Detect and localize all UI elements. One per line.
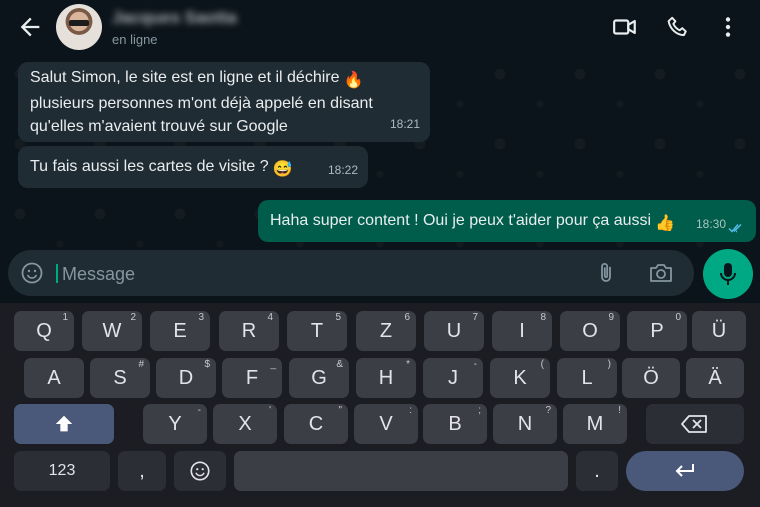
attachment-icon[interactable] (594, 261, 618, 285)
contact-status: en ligne (112, 32, 158, 47)
message-input[interactable] (60, 258, 544, 290)
message-text: Tu fais aussi les cartes de visite ? 😅 (30, 155, 293, 181)
voice-call-icon[interactable] (665, 14, 691, 40)
fire-emoji-icon: 🔥 (343, 72, 364, 89)
key-r[interactable]: R4 (219, 311, 279, 351)
key-f[interactable]: F _ (222, 358, 282, 398)
key-g[interactable]: G & (289, 358, 349, 398)
key-s[interactable]: S # (90, 358, 150, 398)
enter-icon (675, 464, 694, 477)
shift-icon (55, 415, 73, 432)
key-z[interactable]: Z6 (356, 311, 416, 351)
message-time: 18:21 (389, 117, 420, 131)
key-a[interactable]: A (24, 358, 84, 398)
emoji-key[interactable] (174, 451, 226, 491)
message-bubble-incoming[interactable]: Tu fais aussi les cartes de visite ? 😅 18… (18, 146, 368, 188)
key-j[interactable]: J- (423, 358, 483, 398)
thumbs-up-emoji-icon: 👍 (655, 215, 675, 232)
key-t[interactable]: T5 (287, 311, 347, 351)
key-q[interactable]: Q1 (14, 311, 74, 351)
key-l[interactable]: L) (557, 358, 617, 398)
key-b[interactable]: B; (423, 404, 487, 444)
message-bubble-incoming[interactable]: Salut Simon, le site est en ligne et il … (18, 62, 430, 142)
key-p[interactable]: P0 (627, 311, 687, 351)
chat-area[interactable]: Salut Simon, le site est en ligne et il … (0, 54, 760, 248)
key-o[interactable]: O9 (560, 311, 620, 351)
key-h[interactable]: H * (356, 358, 416, 398)
video-call-icon[interactable] (612, 14, 638, 40)
key-u-umlaut[interactable]: Ü (692, 311, 746, 351)
emoji-keyboard-icon (190, 461, 210, 481)
enter-key[interactable] (626, 451, 744, 491)
shift-key[interactable] (14, 404, 114, 444)
read-receipt-icon (728, 223, 742, 233)
key-n[interactable]: N? (493, 404, 557, 444)
text-cursor (56, 264, 58, 283)
key-i[interactable]: I8 (492, 311, 552, 351)
more-options-icon[interactable] (715, 14, 741, 40)
key-m[interactable]: M! (563, 404, 627, 444)
voice-record-button[interactable] (703, 249, 753, 299)
emoji-icon[interactable] (20, 261, 44, 285)
chat-header: Jacques Saotta en ligne (0, 0, 760, 54)
back-arrow-icon[interactable] (16, 13, 44, 41)
message-time: 18:30 (695, 217, 726, 231)
key-v[interactable]: V: (354, 404, 418, 444)
key-k[interactable]: K( (490, 358, 550, 398)
numbers-key[interactable]: 123 (14, 451, 110, 491)
on-screen-keyboard: Q1 W2 E3 R4 T5 Z6 U7 I8 O9 P0 Ü A S # D $ … (0, 303, 760, 507)
key-y[interactable]: Y- (143, 404, 207, 444)
space-key[interactable] (234, 451, 568, 491)
period-key[interactable]: . (576, 451, 618, 491)
message-text: Salut Simon, le site est en ligne et il … (30, 69, 373, 135)
backspace-icon (681, 415, 707, 433)
message-composer (8, 250, 694, 296)
key-e[interactable]: E3 (150, 311, 210, 351)
key-d[interactable]: D $ (156, 358, 216, 398)
key-o-umlaut[interactable]: Ö (622, 358, 680, 398)
comma-key[interactable]: , (118, 451, 166, 491)
key-a-umlaut[interactable]: Ä (686, 358, 744, 398)
camera-icon[interactable] (648, 261, 674, 285)
key-w[interactable]: W2 (82, 311, 142, 351)
backspace-key[interactable] (646, 404, 744, 444)
contact-name[interactable]: Jacques Saotta (112, 8, 237, 28)
microphone-icon (720, 263, 736, 285)
key-c[interactable]: C " (284, 404, 348, 444)
key-x[interactable]: X ' (213, 404, 277, 444)
message-time: 18:22 (327, 163, 358, 177)
sweat-smile-emoji-icon: 😅 (272, 161, 293, 178)
message-bubble-outgoing[interactable]: Haha super content ! Oui je peux t'aider… (258, 200, 756, 242)
key-u[interactable]: U7 (424, 311, 484, 351)
message-text: Haha super content ! Oui je peux t'aider… (270, 209, 675, 235)
contact-avatar[interactable] (56, 4, 102, 50)
